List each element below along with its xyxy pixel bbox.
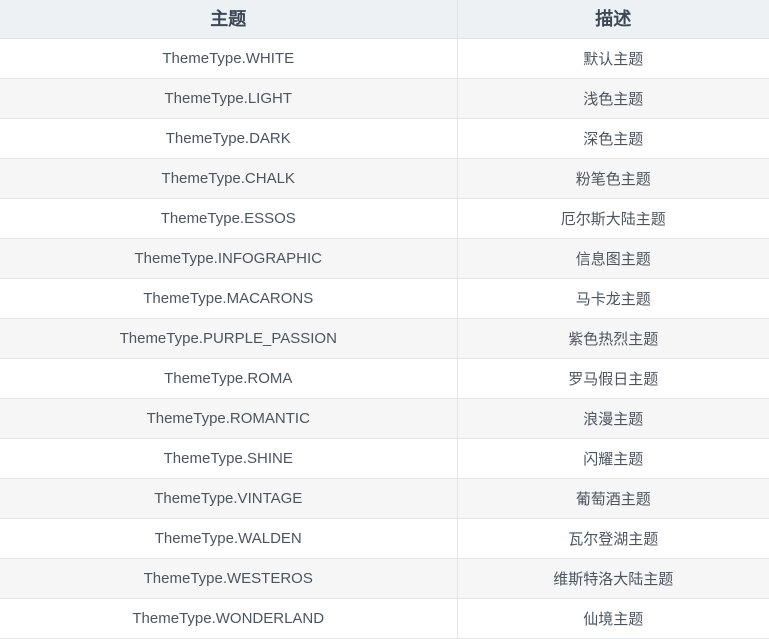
cell-description: 闪耀主题 (457, 438, 769, 479)
table-row: ThemeType.WESTEROS 维斯特洛大陆主题 (0, 558, 769, 599)
cell-theme: ThemeType.WONDERLAND (0, 598, 458, 639)
cell-description: 浅色主题 (457, 78, 769, 119)
cell-description: 信息图主题 (457, 238, 769, 279)
cell-description: 厄尔斯大陆主题 (457, 198, 769, 239)
table-row: ThemeType.PURPLE_PASSION 紫色热烈主题 (0, 318, 769, 359)
table-row: ThemeType.ROMANTIC 浪漫主题 (0, 398, 769, 439)
cell-description: 罗马假日主题 (457, 358, 769, 399)
cell-description: 维斯特洛大陆主题 (457, 558, 769, 599)
column-header-theme: 主题 (0, 0, 458, 39)
cell-theme: ThemeType.WESTEROS (0, 558, 458, 599)
cell-description: 葡萄酒主题 (457, 478, 769, 519)
cell-description: 瓦尔登湖主题 (457, 518, 769, 559)
table-row: ThemeType.INFOGRAPHIC 信息图主题 (0, 238, 769, 279)
table-row: ThemeType.ROMA 罗马假日主题 (0, 358, 769, 399)
theme-reference-table: 主题 描述 ThemeType.WHITE 默认主题 ThemeType.LIGHT… (0, 0, 769, 639)
cell-theme: ThemeType.VINTAGE (0, 478, 458, 519)
table-header-row: 主题 描述 (0, 0, 769, 39)
table-row: ThemeType.WALDEN 瓦尔登湖主题 (0, 518, 769, 559)
table-row: ThemeType.ESSOS 厄尔斯大陆主题 (0, 198, 769, 239)
table-body: ThemeType.WHITE 默认主题 ThemeType.LIGHT 浅色主题 Th… (0, 38, 769, 639)
cell-theme: ThemeType.SHINE (0, 438, 458, 479)
table-row: ThemeType.SHINE 闪耀主题 (0, 438, 769, 479)
table-row: ThemeType.CHALK 粉笔色主题 (0, 158, 769, 199)
table-row: ThemeType.VINTAGE 葡萄酒主题 (0, 478, 769, 519)
cell-theme: ThemeType.CHALK (0, 158, 458, 199)
cell-theme: ThemeType.LIGHT (0, 78, 458, 119)
table-header: 主题 描述 (0, 0, 769, 39)
cell-theme: ThemeType.WALDEN (0, 518, 458, 559)
cell-description: 紫色热烈主题 (457, 318, 769, 359)
cell-theme: ThemeType.ESSOS (0, 198, 458, 239)
column-header-description: 描述 (457, 0, 769, 39)
table-row: ThemeType.WONDERLAND 仙境主题 (0, 598, 769, 639)
cell-theme: ThemeType.ROMANTIC (0, 398, 458, 439)
table-row: ThemeType.DARK 深色主题 (0, 118, 769, 159)
cell-theme: ThemeType.WHITE (0, 38, 458, 79)
cell-description: 浪漫主题 (457, 398, 769, 439)
cell-theme: ThemeType.INFOGRAPHIC (0, 238, 458, 279)
table-row: ThemeType.LIGHT 浅色主题 (0, 78, 769, 119)
cell-description: 马卡龙主题 (457, 278, 769, 319)
cell-description: 仙境主题 (457, 598, 769, 639)
cell-theme: ThemeType.ROMA (0, 358, 458, 399)
cell-theme: ThemeType.DARK (0, 118, 458, 159)
table-row: ThemeType.WHITE 默认主题 (0, 38, 769, 79)
cell-description: 深色主题 (457, 118, 769, 159)
cell-theme: ThemeType.PURPLE_PASSION (0, 318, 458, 359)
cell-description: 默认主题 (457, 38, 769, 79)
table-row: ThemeType.MACARONS 马卡龙主题 (0, 278, 769, 319)
cell-theme: ThemeType.MACARONS (0, 278, 458, 319)
cell-description: 粉笔色主题 (457, 158, 769, 199)
